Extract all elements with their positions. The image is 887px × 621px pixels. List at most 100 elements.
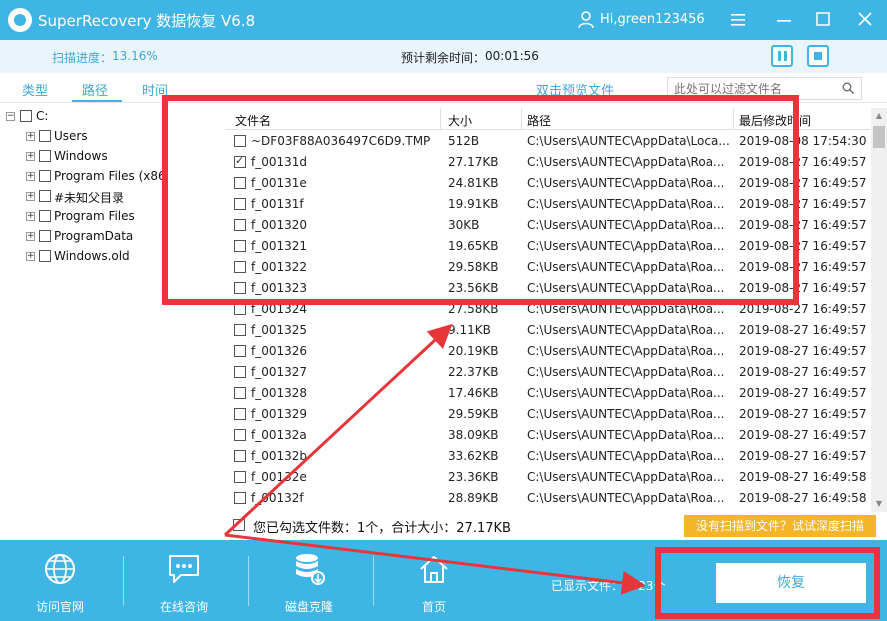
row-checkbox[interactable] xyxy=(234,471,246,483)
file-size: 33.62KB xyxy=(448,449,499,463)
file-path: C:\Users\AUNTEC\AppData\Roa... xyxy=(527,470,725,484)
row-checkbox[interactable] xyxy=(234,345,246,357)
progress-row: 扫描进度： 13.16% 预计剩余时间： 00:01:56 xyxy=(0,40,887,73)
file-name: f_001327 xyxy=(251,365,308,379)
nav-visit-website[interactable]: 访问官网 xyxy=(10,540,110,621)
scroll-down-icon[interactable]: ▼ xyxy=(871,496,887,512)
maximize-icon[interactable] xyxy=(812,9,834,31)
table-row[interactable]: f_001329 29.59KB C:\Users\AUNTEC\AppData\R… xyxy=(225,404,870,425)
tree-item-checkbox[interactable] xyxy=(39,170,51,182)
file-path: C:\Users\AUNTEC\AppData\Roa... xyxy=(527,365,725,379)
tree-item-label: Program Files (x86 xyxy=(54,169,166,183)
expand-icon[interactable]: + xyxy=(26,212,35,221)
folder-tree: − C: + Users + Windows + Program Files (… xyxy=(0,108,166,538)
tree-item-checkbox[interactable] xyxy=(39,150,51,162)
table-row[interactable]: f_00132e 23.36KB C:\Users\AUNTEC\AppData\R… xyxy=(225,467,870,488)
nav-home[interactable]: 首页 xyxy=(384,540,484,621)
vertical-scrollbar[interactable]: ▲ ▼ xyxy=(871,108,887,512)
annotation-highlight-box xyxy=(162,95,799,305)
nav-online-chat[interactable]: 在线咨询 xyxy=(134,540,234,621)
tree-item-label: Windows.old xyxy=(54,249,130,263)
file-modified-time: 2019-08-27 16:49:57 xyxy=(739,449,867,463)
selection-summary-text: 您已勾选文件数：1个，合计大小：27.17KB xyxy=(253,521,511,536)
tab-path[interactable]: 路径 xyxy=(82,80,108,99)
row-checkbox[interactable] xyxy=(234,387,246,399)
table-row[interactable]: f_001325 9.11KB C:\Users\AUNTEC\AppData\Ro… xyxy=(225,320,870,341)
file-size: 38.09KB xyxy=(448,428,499,442)
file-size: 17.46KB xyxy=(448,386,499,400)
expand-icon[interactable]: + xyxy=(26,252,35,261)
pause-button[interactable] xyxy=(771,45,793,67)
tree-item-checkbox[interactable] xyxy=(39,130,51,142)
row-checkbox[interactable] xyxy=(234,366,246,378)
close-icon[interactable] xyxy=(854,9,876,31)
file-name: f_00132b xyxy=(251,449,308,463)
tree-item-label: #未知父目录 xyxy=(54,191,125,205)
username-label[interactable]: Hi,green123456 xyxy=(600,12,705,27)
collapse-icon[interactable]: − xyxy=(6,112,15,121)
tree-item-checkbox[interactable] xyxy=(39,190,51,202)
expand-icon[interactable]: + xyxy=(26,192,35,201)
minimize-icon[interactable] xyxy=(773,9,795,31)
expand-icon[interactable]: + xyxy=(26,132,35,141)
table-row[interactable]: f_00132a 38.09KB C:\Users\AUNTEC\AppData\R… xyxy=(225,425,870,446)
file-path: C:\Users\AUNTEC\AppData\Roa... xyxy=(527,344,725,358)
tree-root-checkbox[interactable] xyxy=(20,110,32,122)
remaining-time-label: 预计剩余时间： xyxy=(401,51,486,65)
file-path: C:\Users\AUNTEC\AppData\Roa... xyxy=(527,386,725,400)
hamburger-icon[interactable] xyxy=(727,9,749,31)
remaining-time-value: 00:01:56 xyxy=(485,49,539,63)
chat-icon xyxy=(169,555,199,583)
file-path: C:\Users\AUNTEC\AppData\Roa... xyxy=(527,407,725,421)
file-size: 23.36KB xyxy=(448,470,499,484)
tree-root-label: C: xyxy=(36,109,49,123)
expand-icon[interactable]: + xyxy=(26,152,35,161)
file-modified-time: 2019-08-27 16:49:57 xyxy=(739,323,867,337)
table-row[interactable]: f_00132f 28.89KB C:\Users\AUNTEC\AppData\R… xyxy=(225,488,870,509)
row-checkbox[interactable] xyxy=(234,450,246,462)
file-size: 22.37KB xyxy=(448,365,499,379)
stop-button[interactable] xyxy=(807,45,829,67)
scan-progress-value: 13.16% xyxy=(112,49,158,63)
tab-type[interactable]: 类型 xyxy=(22,80,48,99)
file-path: C:\Users\AUNTEC\AppData\Roa... xyxy=(527,449,725,463)
nav-label: 在线咨询 xyxy=(159,600,208,614)
tree-item-checkbox[interactable] xyxy=(39,210,51,222)
table-row[interactable]: f_001328 17.46KB C:\Users\AUNTEC\AppData\R… xyxy=(225,383,870,404)
nav-label: 访问官网 xyxy=(35,600,84,614)
file-name: f_001328 xyxy=(251,386,308,400)
tree-item-label: ProgramData xyxy=(54,229,134,243)
row-checkbox[interactable] xyxy=(234,408,246,420)
file-modified-time: 2019-08-27 16:49:57 xyxy=(739,344,867,358)
globe-icon xyxy=(45,554,75,584)
file-name: f_00132f xyxy=(251,491,304,505)
table-row[interactable]: f_00132b 33.62KB C:\Users\AUNTEC\AppData\R… xyxy=(225,446,870,467)
nav-disk-clone[interactable]: 磁盘克隆 xyxy=(259,540,359,621)
row-checkbox[interactable] xyxy=(234,324,246,336)
shown-files-count: 已显示文件：1723个 xyxy=(551,579,666,593)
tree-item-checkbox[interactable] xyxy=(39,230,51,242)
file-size: 28.89KB xyxy=(448,491,499,505)
scroll-up-icon[interactable]: ▲ xyxy=(871,108,887,124)
scan-progress-label: 扫描进度： xyxy=(52,51,113,65)
nav-label: 磁盘克隆 xyxy=(284,600,333,614)
file-modified-time: 2019-08-27 16:49:57 xyxy=(739,428,867,442)
expand-icon[interactable]: + xyxy=(26,172,35,181)
file-name: f_001329 xyxy=(251,407,308,421)
table-row[interactable]: f_001326 20.19KB C:\Users\AUNTEC\AppData\R… xyxy=(225,341,870,362)
search-icon[interactable] xyxy=(842,82,854,94)
scroll-thumb[interactable] xyxy=(873,126,885,148)
row-checkbox[interactable] xyxy=(234,429,246,441)
file-size: 9.11KB xyxy=(448,323,491,337)
deep-scan-button[interactable]: 没有扫描到文件？试试深度扫描 xyxy=(684,515,876,537)
select-all-checkbox[interactable] xyxy=(233,519,245,531)
user-icon[interactable] xyxy=(578,11,594,29)
file-name: f_00132e xyxy=(251,470,307,484)
tree-item-checkbox[interactable] xyxy=(39,250,51,262)
nav-label: 首页 xyxy=(421,600,446,614)
table-row[interactable]: f_001327 22.37KB C:\Users\AUNTEC\AppData\R… xyxy=(225,362,870,383)
expand-icon[interactable]: + xyxy=(26,232,35,241)
file-path: C:\Users\AUNTEC\AppData\Roa... xyxy=(527,491,725,505)
file-path: C:\Users\AUNTEC\AppData\Roa... xyxy=(527,428,725,442)
row-checkbox[interactable] xyxy=(234,492,246,504)
